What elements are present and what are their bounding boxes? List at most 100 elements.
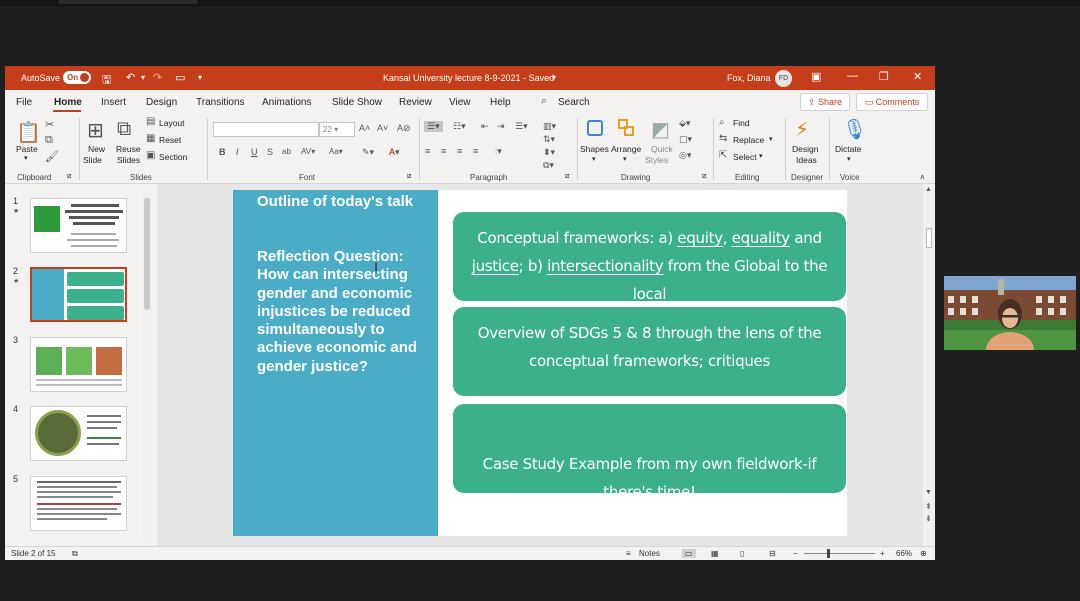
zoom-slider-handle[interactable] [827, 549, 830, 558]
increase-font-icon[interactable]: A˄ [359, 123, 370, 133]
numbering-icon[interactable]: ☷▾ [453, 121, 466, 132]
notes-button[interactable]: Notes [639, 549, 660, 558]
tab-animations[interactable]: Animations [262, 97, 311, 108]
paste-button[interactable]: Paste [16, 144, 38, 154]
content-box-frameworks[interactable]: Conceptual frameworks: a) equity, equali… [453, 212, 846, 303]
undo-dropdown-icon[interactable]: ▾ [141, 73, 145, 82]
slide-scrollbar[interactable]: ▲ ▼ ⇞ ⇟ [923, 184, 935, 546]
underline-icon[interactable]: U [251, 147, 258, 157]
normal-view-icon[interactable]: ▭ [682, 549, 696, 558]
scroll-up-icon[interactable]: ▲ [925, 186, 932, 193]
section-button[interactable]: Section [159, 152, 187, 162]
new-slide-button[interactable]: New [88, 144, 105, 154]
layout-button[interactable]: Layout [159, 118, 185, 128]
tab-review[interactable]: Review [399, 97, 432, 108]
clear-formatting-icon[interactable]: A⊘ [397, 123, 411, 134]
present-icon[interactable]: ▭ [175, 71, 185, 84]
slide-thumbnail-1[interactable] [30, 198, 127, 253]
italic-icon[interactable]: I [236, 147, 239, 157]
search-icon[interactable]: ⌕ [541, 95, 547, 108]
video-feed[interactable] [944, 276, 1076, 350]
change-case-icon[interactable]: Aa▾ [329, 147, 343, 156]
save-icon[interactable]: 🖫 [102, 71, 111, 90]
restore-icon[interactable]: ❐ [879, 70, 889, 83]
columns-icon[interactable]: ▥▾ [543, 121, 556, 132]
redo-icon[interactable]: ↷ [153, 71, 162, 84]
align-center-icon[interactable]: ≡ [441, 146, 446, 156]
quick-styles-button[interactable]: Quick [651, 144, 673, 154]
document-title[interactable]: Kansai University lecture 8-9-2021 - Sav… [383, 73, 554, 83]
tab-file[interactable]: File [16, 97, 32, 108]
search-box[interactable]: Search [558, 97, 590, 108]
user-name[interactable]: Fox, Diana [727, 73, 771, 83]
avatar[interactable]: FD [775, 70, 792, 87]
find-button[interactable]: Find [733, 118, 750, 128]
content-box-case-study[interactable]: Case Study Example from my own fieldwork… [453, 404, 846, 501]
notes-icon[interactable]: ≡ [626, 549, 631, 558]
align-text-icon[interactable]: ⬍▾ [543, 147, 555, 158]
drawing-launcher-icon[interactable]: ⧄ [702, 173, 706, 181]
shapes-dropdown-icon[interactable]: ▾ [592, 155, 596, 163]
strikethrough-icon[interactable]: S [267, 147, 273, 157]
slide-thumbnail-3[interactable] [30, 337, 127, 392]
clipboard-launcher-icon[interactable]: ⧄ [67, 173, 71, 181]
reset-button[interactable]: Reset [159, 135, 181, 145]
content-box-overview[interactable]: Overview of SDGs 5 & 8 through the lens … [453, 307, 846, 396]
share-button[interactable]: ⇪ Share [800, 93, 850, 111]
next-slide-icon[interactable]: ⇟ [925, 514, 932, 523]
font-color-icon[interactable]: A▾ [389, 147, 400, 158]
thumbnails-scroll-thumb[interactable] [144, 198, 150, 310]
arrange-button[interactable]: Arrange [611, 144, 641, 154]
paste-dropdown-icon[interactable]: ▾ [24, 154, 28, 162]
fit-to-window-icon[interactable]: ⊕ [920, 549, 927, 558]
zoom-in-icon[interactable]: + [880, 549, 885, 558]
text-columns-icon[interactable]: ⫶▾ [495, 146, 502, 157]
bold-icon[interactable]: B [219, 147, 226, 157]
slide-canvas[interactable]: Outline of today's talk Reflection Quest… [233, 190, 847, 536]
format-painter-icon[interactable]: 🖌 [45, 150, 59, 163]
replace-button[interactable]: Replace [733, 135, 764, 145]
slide-thumbnail-4[interactable] [30, 406, 127, 461]
comments-button[interactable]: ▭ Comments [856, 93, 928, 111]
increase-indent-icon[interactable]: ⇥ [497, 121, 505, 132]
zoom-level[interactable]: 66% [896, 549, 912, 558]
line-spacing-icon[interactable]: ☰▾ [515, 121, 528, 132]
decrease-indent-icon[interactable]: ⇤ [481, 121, 489, 132]
accessibility-icon[interactable]: ⧉ [72, 549, 78, 559]
dictate-dropdown-icon[interactable]: ▾ [847, 155, 851, 163]
character-spacing-dropdown-icon[interactable]: AV▾ [301, 147, 315, 156]
quick-styles-icon[interactable]: ◩ [651, 117, 670, 142]
design-ideas-button[interactable]: Design [792, 144, 818, 154]
slide-sorter-icon[interactable]: ▦ [711, 549, 719, 558]
microphone-icon[interactable]: 🎙 [842, 117, 867, 142]
shape-effects-icon[interactable]: ◎▾ [679, 150, 691, 161]
bullets-icon[interactable]: ☰▾ [424, 121, 443, 132]
design-ideas-icon[interactable]: ⚡ [795, 117, 809, 142]
shapes-button[interactable]: Shapes [580, 144, 609, 154]
minimize-icon[interactable]: — [847, 70, 858, 82]
font-size-input[interactable]: 22 ▾ [319, 122, 355, 137]
ribbon-display-icon[interactable]: ▣ [811, 70, 821, 83]
tab-help[interactable]: Help [490, 97, 511, 108]
font-launcher-icon[interactable]: ⧄ [407, 173, 411, 181]
tab-slide-show[interactable]: Slide Show [332, 97, 382, 108]
slideshow-icon[interactable]: ⊟ [769, 549, 776, 558]
reuse-slides-icon[interactable]: ⧉ [117, 118, 131, 141]
title-dropdown-icon[interactable]: ▾ [552, 73, 556, 82]
slide-thumbnail-5[interactable] [30, 476, 127, 531]
smartart-icon[interactable]: ⧉▾ [543, 160, 554, 171]
tab-view[interactable]: View [449, 97, 471, 108]
slide-scroll-thumb[interactable] [926, 228, 932, 248]
shape-outline-icon[interactable]: ▢▾ [679, 134, 692, 145]
scroll-down-icon[interactable]: ▼ [925, 489, 932, 496]
shape-fill-icon[interactable]: ⬙▾ [679, 118, 690, 129]
tab-home[interactable]: Home [54, 97, 82, 108]
close-icon[interactable]: ✕ [913, 70, 922, 83]
align-left-icon[interactable]: ≡ [425, 146, 430, 156]
tab-insert[interactable]: Insert [101, 97, 126, 108]
character-spacing-icon[interactable]: ab [282, 147, 291, 156]
highlight-icon[interactable]: ✎▾ [362, 147, 374, 158]
justify-icon[interactable]: ≡ [473, 146, 478, 156]
customize-qat-icon[interactable]: ▾ [198, 73, 202, 82]
autosave-toggle[interactable]: On [63, 71, 91, 84]
